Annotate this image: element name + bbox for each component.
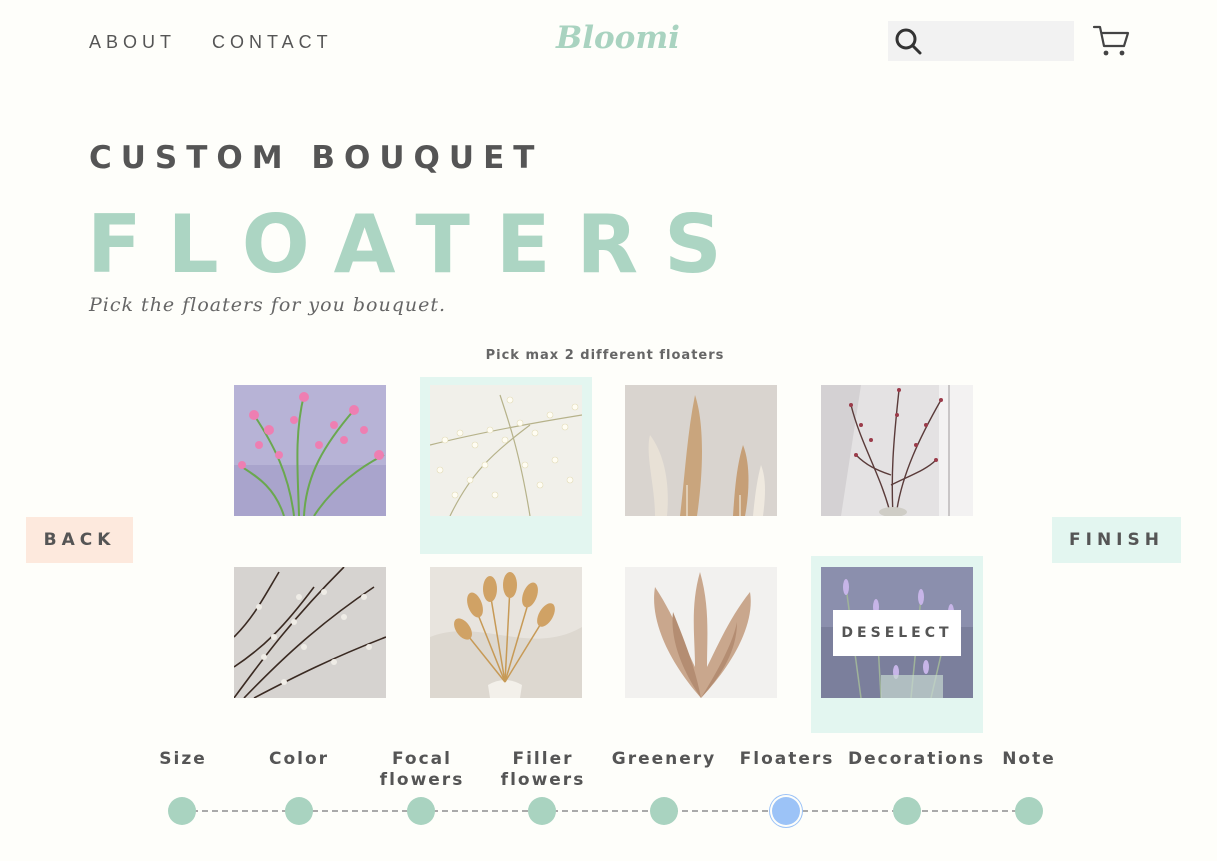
floater-bunny-tails-image[interactable] (430, 567, 582, 698)
deselect-button[interactable]: DESELECT (833, 610, 961, 656)
search-input[interactable] (888, 21, 1074, 61)
step-label-floaters: Floaters (739, 749, 835, 769)
page-title: FLOATERS (87, 198, 748, 291)
back-button[interactable]: BACK (26, 517, 133, 563)
brand-logo[interactable]: Bloomi (556, 20, 680, 56)
step-dot-note[interactable] (1015, 797, 1043, 825)
floater-pink-wildflowers-image[interactable] (234, 385, 386, 516)
step-dot-greenery[interactable] (650, 797, 678, 825)
finish-button[interactable]: FINISH (1052, 517, 1181, 563)
nav-contact-link[interactable]: CONTACT (212, 32, 333, 53)
step-label-size: Size (159, 749, 207, 769)
search-icon (895, 28, 922, 55)
step-dot-floaters[interactable] (772, 797, 800, 825)
step-dot-decorations[interactable] (893, 797, 921, 825)
page-eyebrow: CUSTOM BOUQUET (89, 140, 544, 176)
step-label-color: Color (268, 749, 330, 769)
floater-berry-branches-image[interactable] (821, 385, 973, 516)
selection-hint: Pick max 2 different floaters (485, 348, 725, 363)
page-subtitle: Pick the floaters for you bouquet. (89, 294, 447, 316)
step-dot-size[interactable] (168, 797, 196, 825)
step-label-greenery: Greenery (611, 749, 717, 769)
step-dot-color[interactable] (285, 797, 313, 825)
floater-babys-breath-image[interactable] (430, 385, 582, 516)
step-label-filler-flowers: Filler flowers (500, 749, 586, 790)
step-label-decorations: Decorations (848, 749, 986, 769)
step-dot-focal-flowers[interactable] (407, 797, 435, 825)
step-label-note: Note (1002, 749, 1056, 769)
floater-pampas-grass-image[interactable] (625, 385, 777, 516)
step-dot-filler-flowers[interactable] (528, 797, 556, 825)
nav-about-link[interactable]: ABOUT (89, 32, 176, 53)
step-label-focal-flowers: Focal flowers (379, 749, 465, 790)
cart-icon[interactable] (1092, 24, 1130, 58)
floater-pussy-willow-image[interactable] (234, 567, 386, 698)
floater-dried-reeds-image[interactable] (625, 567, 777, 698)
